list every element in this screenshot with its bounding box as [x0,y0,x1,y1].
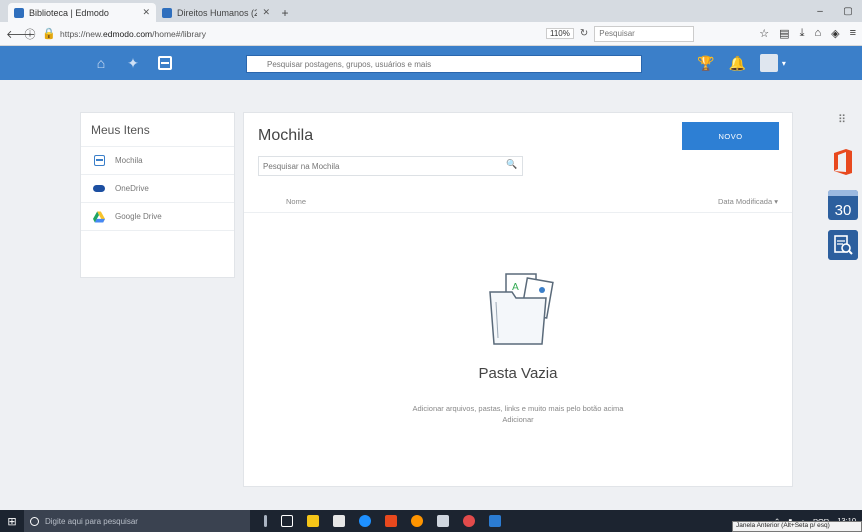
office-icon[interactable] [832,148,854,176]
cortana-icon [30,516,39,526]
discover-icon[interactable]: ✦ [124,54,142,72]
download-icon[interactable]: ⤓ [800,27,805,40]
reading-list-icon[interactable]: ▤ [779,27,789,40]
edmodo-favicon-icon [14,7,24,18]
edmodo-top-bar: ⌂ ✦ 🔍 🏆 🔔 ▾ [0,46,862,80]
backpack-main-panel: Mochila NOVO 🔍 Nome Data Modificada ▾ A … [243,112,793,487]
search-icon[interactable]: 🔍 [506,159,517,170]
table-header: Nome Data Modificada ▾ [244,191,792,213]
edge-icon[interactable] [359,515,371,527]
office-taskbar-icon[interactable] [385,515,397,527]
people-icon[interactable] [437,515,449,527]
browser-tab-bar: Biblioteca | Edmodo ✕ Direitos Humanos (… [0,0,862,22]
my-items-title: Meus Itens [81,113,234,147]
tab-title: Direitos Humanos (211 [177,7,258,18]
taskbar-search[interactable]: Digite aqui para pesquisar [24,510,250,532]
restore-button[interactable]: ▢ [834,0,862,22]
empty-folder-icon: A [489,273,554,345]
browser-tab-edmodo[interactable]: Biblioteca | Edmodo ✕ [8,3,156,22]
sidebar-item-onedrive[interactable]: OneDrive [81,175,234,203]
app-nav: ⌂ ✦ [92,54,174,72]
pocket-icon[interactable]: ◈ [831,27,839,40]
bookmark-star-icon[interactable]: ☆ [759,27,769,40]
page-title: Mochila [258,127,314,144]
avatar[interactable] [759,54,778,72]
apps-grid-icon[interactable]: ⠿ [838,113,846,126]
trophy-icon[interactable]: 🏆 [697,55,714,72]
close-tab-icon[interactable]: ✕ [142,7,150,18]
backpack-search-input[interactable] [258,156,523,176]
lock-icon: 🔒 [42,28,56,40]
app-right-icons: 🏆 🔔 ▾ [697,54,786,72]
empty-state-title: Pasta Vazia [478,365,558,382]
site-favicon-icon [162,7,172,18]
new-tab-button[interactable]: + [276,3,294,22]
new-button[interactable]: NOVO [682,122,779,150]
store-icon[interactable] [333,515,345,527]
tooltip: Janela Anterior (Alt+Seta p/ esq) [732,521,862,532]
info-icon[interactable]: ⓘ [24,26,36,42]
chevron-down-icon[interactable]: ▾ [782,59,786,68]
task-view-icon[interactable] [281,515,293,527]
column-date-modified[interactable]: Data Modificada ▾ [718,197,778,206]
sidebar-item-mochila[interactable]: Mochila [81,147,234,175]
browser-tab-direitos[interactable]: Direitos Humanos (211 ✕ [156,3,276,22]
calendar-icon[interactable]: 30 [828,190,858,220]
backpack-icon [93,155,105,167]
home-icon[interactable]: ⌂ [814,27,821,40]
tab-title: Biblioteca | Edmodo [29,7,109,18]
taskbar-apps [264,515,501,527]
file-explorer-icon[interactable] [307,515,319,527]
onedrive-cloud-icon [93,183,105,195]
url-field[interactable]: https://new.edmodo.com/home#/library [60,29,280,39]
window-controls: – ▢ [806,0,862,22]
my-items-panel: Meus Itens Mochila OneDrive Google Drive [80,112,235,278]
menu-icon[interactable]: ≡ [850,27,856,40]
browser-search-input[interactable] [594,25,695,42]
windows-start-icon[interactable]: ⊞ [0,515,24,528]
google-drive-icon [93,210,105,223]
column-name[interactable]: Nome [286,197,306,206]
sidebar-item-label: Google Drive [115,212,162,221]
notifications-bell-icon[interactable]: 🔔 [728,55,745,72]
mic-icon[interactable] [264,515,267,527]
word-icon[interactable] [489,515,501,527]
media-icon[interactable] [463,515,475,527]
zoom-level[interactable]: 110% [546,28,574,39]
home-icon[interactable]: ⌂ [92,54,110,72]
taskbar-search-text: Digite aqui para pesquisar [45,516,138,526]
minimize-button[interactable]: – [806,0,834,22]
back-arrow-icon[interactable]: 🡐 [6,27,36,41]
reload-icon[interactable]: ↻ [580,28,588,39]
close-tab-icon[interactable]: ✕ [262,7,270,18]
backpack-icon[interactable] [156,54,174,72]
sidebar-item-label: OneDrive [115,184,149,193]
document-search-icon[interactable] [828,230,858,260]
global-search-input[interactable] [246,55,642,73]
browser-toolbar-icons: ☆ ▤ ⤓ ⌂ ◈ ≡ [759,27,856,40]
browser-toolbar: 🡐 ⓘ 🔒 https://new.edmodo.com/home#/libra… [0,22,862,46]
empty-state-description: Adicionar arquivos, pastas, links e muit… [412,404,624,424]
sidebar-item-label: Mochila [115,156,143,165]
svg-text:A: A [512,282,519,293]
firefox-icon[interactable] [411,515,423,527]
sidebar-item-google-drive[interactable]: Google Drive [81,203,234,231]
